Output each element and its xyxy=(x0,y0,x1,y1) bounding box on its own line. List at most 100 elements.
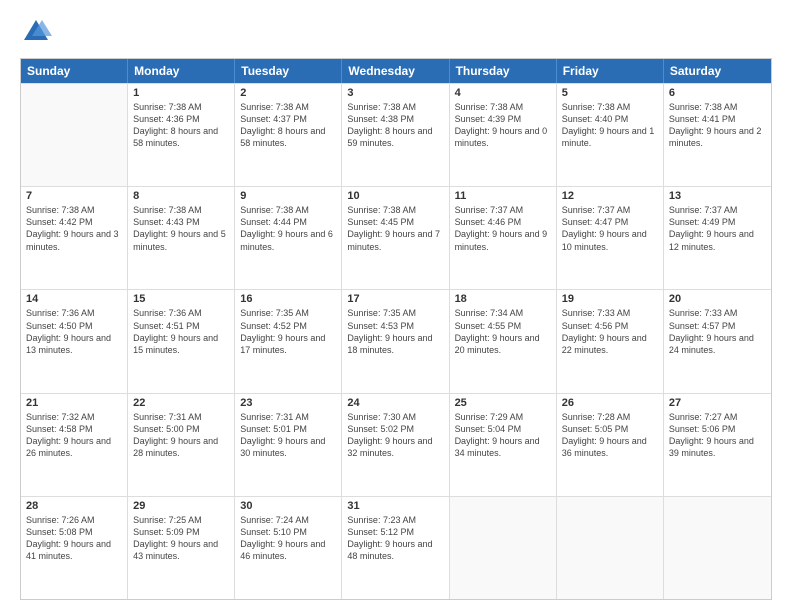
calendar-header-thursday: Thursday xyxy=(450,59,557,83)
day-number: 17 xyxy=(347,293,443,305)
calendar-cell: 5Sunrise: 7:38 AMSunset: 4:40 PMDaylight… xyxy=(557,84,664,186)
day-number: 2 xyxy=(240,87,336,99)
day-info: Sunrise: 7:36 AMSunset: 4:51 PMDaylight:… xyxy=(133,307,229,356)
calendar-cell: 24Sunrise: 7:30 AMSunset: 5:02 PMDayligh… xyxy=(342,394,449,496)
day-number: 20 xyxy=(669,293,766,305)
day-info: Sunrise: 7:32 AMSunset: 4:58 PMDaylight:… xyxy=(26,411,122,460)
day-number: 28 xyxy=(26,500,122,512)
day-number: 21 xyxy=(26,397,122,409)
day-info: Sunrise: 7:34 AMSunset: 4:55 PMDaylight:… xyxy=(455,307,551,356)
calendar-cell: 30 Sunrise: 7:24 AMSunset: 5:10 PMDayligh… xyxy=(235,497,342,599)
day-info: Sunrise: 7:37 AMSunset: 4:49 PMDaylight:… xyxy=(669,204,766,253)
calendar-cell: 8 Sunrise: 7:38 AMSunset: 4:43 PMDaylight… xyxy=(128,187,235,289)
calendar-cell xyxy=(21,84,128,186)
day-info: Sunrise: 7:38 AMSunset: 4:41 PMDaylight:… xyxy=(669,101,766,150)
calendar-cell: 3 Sunrise: 7:38 AMSunset: 4:38 PMDaylight… xyxy=(342,84,449,186)
day-number: 22 xyxy=(133,397,229,409)
calendar-cell: 7 Sunrise: 7:38 AMSunset: 4:42 PMDaylight… xyxy=(21,187,128,289)
day-info: Sunrise: 7:38 AMSunset: 4:45 PMDaylight:… xyxy=(347,204,443,253)
calendar-cell: 31Sunrise: 7:23 AMSunset: 5:12 PMDayligh… xyxy=(342,497,449,599)
calendar-cell: 11 Sunrise: 7:37 AMSunset: 4:46 PMDayligh… xyxy=(450,187,557,289)
calendar-cell: 1Sunrise: 7:38 AMSunset: 4:36 PMDaylight… xyxy=(128,84,235,186)
day-number: 13 xyxy=(669,190,766,202)
logo xyxy=(20,16,56,48)
calendar-cell: 28 Sunrise: 7:26 AMSunset: 5:08 PMDayligh… xyxy=(21,497,128,599)
day-number: 27 xyxy=(669,397,766,409)
calendar-cell: 12Sunrise: 7:37 AMSunset: 4:47 PMDayligh… xyxy=(557,187,664,289)
calendar-cell: 20Sunrise: 7:33 AMSunset: 4:57 PMDayligh… xyxy=(664,290,771,392)
logo-icon xyxy=(20,16,52,48)
calendar-cell: 19 Sunrise: 7:33 AMSunset: 4:56 PMDayligh… xyxy=(557,290,664,392)
day-number: 15 xyxy=(133,293,229,305)
day-info: Sunrise: 7:37 AMSunset: 4:46 PMDaylight:… xyxy=(455,204,551,253)
day-number: 6 xyxy=(669,87,766,99)
calendar-week-4: 28 Sunrise: 7:26 AMSunset: 5:08 PMDayligh… xyxy=(21,496,771,599)
calendar-cell: 17 Sunrise: 7:35 AMSunset: 4:53 PMDayligh… xyxy=(342,290,449,392)
calendar-cell: 6 Sunrise: 7:38 AMSunset: 4:41 PMDaylight… xyxy=(664,84,771,186)
calendar-cell: 14 Sunrise: 7:36 AMSunset: 4:50 PMDayligh… xyxy=(21,290,128,392)
page: SundayMondayTuesdayWednesdayThursdayFrid… xyxy=(0,0,792,612)
day-info: Sunrise: 7:38 AMSunset: 4:44 PMDaylight:… xyxy=(240,204,336,253)
day-number: 14 xyxy=(26,293,122,305)
calendar-cell xyxy=(664,497,771,599)
day-number: 16 xyxy=(240,293,336,305)
calendar-cell: 25 Sunrise: 7:29 AMSunset: 5:04 PMDayligh… xyxy=(450,394,557,496)
day-info: Sunrise: 7:36 AMSunset: 4:50 PMDaylight:… xyxy=(26,307,122,356)
calendar-week-2: 14 Sunrise: 7:36 AMSunset: 4:50 PMDayligh… xyxy=(21,289,771,392)
day-info: Sunrise: 7:23 AMSunset: 5:12 PMDaylight:… xyxy=(347,514,443,563)
calendar-cell: 23 Sunrise: 7:31 AMSunset: 5:01 PMDayligh… xyxy=(235,394,342,496)
day-number: 19 xyxy=(562,293,658,305)
day-number: 26 xyxy=(562,397,658,409)
day-info: Sunrise: 7:38 AMSunset: 4:38 PMDaylight:… xyxy=(347,101,443,150)
day-number: 8 xyxy=(133,190,229,202)
day-info: Sunrise: 7:38 AMSunset: 4:42 PMDaylight:… xyxy=(26,204,122,253)
calendar-cell xyxy=(450,497,557,599)
day-number: 9 xyxy=(240,190,336,202)
calendar-cell: 29 Sunrise: 7:25 AMSunset: 5:09 PMDayligh… xyxy=(128,497,235,599)
calendar-week-1: 7 Sunrise: 7:38 AMSunset: 4:42 PMDaylight… xyxy=(21,186,771,289)
day-number: 7 xyxy=(26,190,122,202)
day-number: 18 xyxy=(455,293,551,305)
calendar-cell: 27 Sunrise: 7:27 AMSunset: 5:06 PMDayligh… xyxy=(664,394,771,496)
calendar-body: 1Sunrise: 7:38 AMSunset: 4:36 PMDaylight… xyxy=(21,83,771,599)
day-number: 29 xyxy=(133,500,229,512)
day-info: Sunrise: 7:38 AMSunset: 4:37 PMDaylight:… xyxy=(240,101,336,150)
day-info: Sunrise: 7:31 AMSunset: 5:01 PMDaylight:… xyxy=(240,411,336,460)
calendar-cell: 2 Sunrise: 7:38 AMSunset: 4:37 PMDaylight… xyxy=(235,84,342,186)
day-info: Sunrise: 7:38 AMSunset: 4:40 PMDaylight:… xyxy=(562,101,658,150)
day-number: 11 xyxy=(455,190,551,202)
day-number: 23 xyxy=(240,397,336,409)
calendar-cell xyxy=(557,497,664,599)
calendar-cell: 10 Sunrise: 7:38 AMSunset: 4:45 PMDayligh… xyxy=(342,187,449,289)
calendar-header-tuesday: Tuesday xyxy=(235,59,342,83)
day-info: Sunrise: 7:27 AMSunset: 5:06 PMDaylight:… xyxy=(669,411,766,460)
calendar-header-sunday: Sunday xyxy=(21,59,128,83)
day-info: Sunrise: 7:25 AMSunset: 5:09 PMDaylight:… xyxy=(133,514,229,563)
day-number: 4 xyxy=(455,87,551,99)
day-number: 12 xyxy=(562,190,658,202)
calendar-cell: 13 Sunrise: 7:37 AMSunset: 4:49 PMDayligh… xyxy=(664,187,771,289)
day-number: 10 xyxy=(347,190,443,202)
calendar-cell: 26 Sunrise: 7:28 AMSunset: 5:05 PMDayligh… xyxy=(557,394,664,496)
day-info: Sunrise: 7:30 AMSunset: 5:02 PMDaylight:… xyxy=(347,411,443,460)
calendar-header-row: SundayMondayTuesdayWednesdayThursdayFrid… xyxy=(21,59,771,83)
day-info: Sunrise: 7:33 AMSunset: 4:56 PMDaylight:… xyxy=(562,307,658,356)
day-number: 30 xyxy=(240,500,336,512)
day-info: Sunrise: 7:28 AMSunset: 5:05 PMDaylight:… xyxy=(562,411,658,460)
day-info: Sunrise: 7:35 AMSunset: 4:52 PMDaylight:… xyxy=(240,307,336,356)
day-info: Sunrise: 7:29 AMSunset: 5:04 PMDaylight:… xyxy=(455,411,551,460)
day-info: Sunrise: 7:26 AMSunset: 5:08 PMDaylight:… xyxy=(26,514,122,563)
day-info: Sunrise: 7:38 AMSunset: 4:43 PMDaylight:… xyxy=(133,204,229,253)
day-number: 25 xyxy=(455,397,551,409)
header xyxy=(20,16,772,48)
calendar-header-wednesday: Wednesday xyxy=(342,59,449,83)
calendar-header-monday: Monday xyxy=(128,59,235,83)
day-number: 3 xyxy=(347,87,443,99)
calendar-header-friday: Friday xyxy=(557,59,664,83)
calendar-week-3: 21 Sunrise: 7:32 AMSunset: 4:58 PMDayligh… xyxy=(21,393,771,496)
calendar-cell: 16 Sunrise: 7:35 AMSunset: 4:52 PMDayligh… xyxy=(235,290,342,392)
day-info: Sunrise: 7:24 AMSunset: 5:10 PMDaylight:… xyxy=(240,514,336,563)
day-info: Sunrise: 7:35 AMSunset: 4:53 PMDaylight:… xyxy=(347,307,443,356)
day-info: Sunrise: 7:31 AMSunset: 5:00 PMDaylight:… xyxy=(133,411,229,460)
calendar-cell: 15 Sunrise: 7:36 AMSunset: 4:51 PMDayligh… xyxy=(128,290,235,392)
